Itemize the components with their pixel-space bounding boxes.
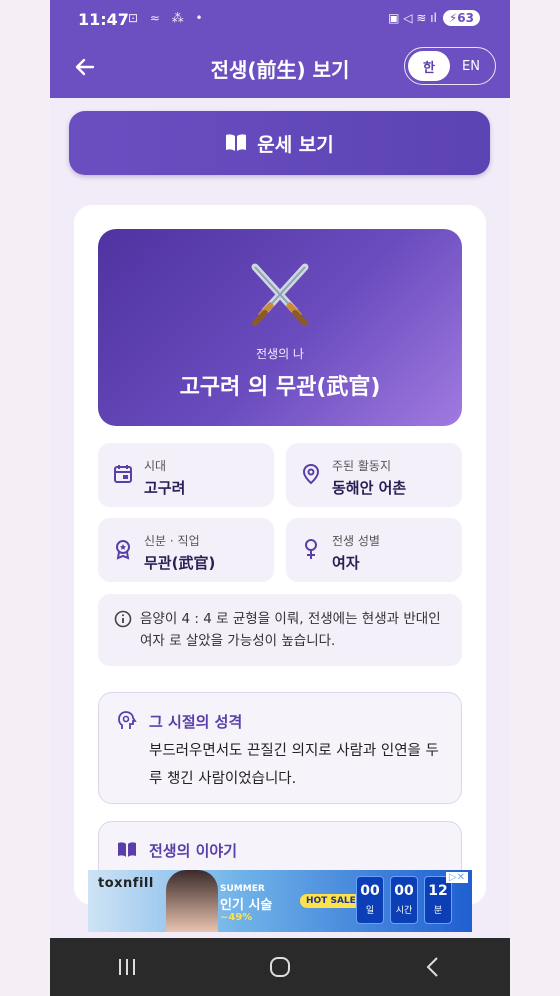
badge-icon xyxy=(116,540,130,560)
hero-banner: 전생의 나 고구려 의 무관(武官) xyxy=(98,229,462,426)
cast-wifi-signal-icons: ▣ ◁ ≋ ıl xyxy=(388,11,437,25)
info-status-label: 신분 · 직업 xyxy=(144,534,200,548)
lang-option-korean[interactable]: 한 xyxy=(408,51,450,81)
ad-timer-days: 00 일 xyxy=(356,876,384,924)
ad-choices-icon[interactable]: ▷✕ xyxy=(445,872,468,883)
nav-back-button[interactable] xyxy=(413,947,453,987)
system-nav-bar xyxy=(50,938,510,996)
note-text: 음양이 4 : 4 로 균형을 이뤄, 전생에는 현생과 반대인 여자 로 살았… xyxy=(140,611,441,649)
home-button[interactable] xyxy=(260,947,300,987)
head-psychology-icon xyxy=(118,711,137,729)
ad-timer-hours-num: 00 xyxy=(394,883,414,899)
ad-countdown: 00 일 00 시간 12 분 xyxy=(356,876,452,924)
notification-icons: ⊡ ≈ ⁂ • xyxy=(128,11,207,25)
recent-apps-icon xyxy=(118,959,135,975)
open-book-icon xyxy=(226,134,247,151)
ad-discount: ~49% xyxy=(220,912,253,923)
info-era-label: 시대 xyxy=(144,459,167,473)
info-gender: 전생 성별 여자 xyxy=(286,518,462,582)
info-region-label: 주된 활동지 xyxy=(332,459,392,473)
chevron-left-icon xyxy=(426,957,439,977)
recent-apps-button[interactable] xyxy=(107,947,147,987)
lang-option-english[interactable]: EN xyxy=(450,51,492,81)
phone-screen: 11:47 ⊡ ≈ ⁂ • ▣ ◁ ≋ ıl ⚡63 전생(前生) 보기 한 E… xyxy=(50,0,510,996)
personality-title: 그 시절의 성격 xyxy=(149,713,243,731)
ad-timer-days-unit: 일 xyxy=(365,906,375,916)
info-status: 신분 · 직업 무관(武官) xyxy=(98,518,274,582)
ad-banner[interactable]: toxnfill SUMMER 인기 시술 ~49% HOT SALE 00 일… xyxy=(88,870,472,932)
story-title: 전생의 이야기 xyxy=(149,842,238,860)
location-pin-icon xyxy=(302,463,320,485)
crossed-swords-icon xyxy=(98,259,462,329)
ad-timer-minutes: 12 분 xyxy=(424,876,452,924)
yin-yang-note: 음양이 4 : 4 로 균형을 이뤄, 전생에는 현생과 반대인 여자 로 살았… xyxy=(98,594,462,666)
personality-section: 그 시절의 성격 부드러우면서도 끈질긴 의지로 사람과 인연을 두루 챙긴 사… xyxy=(98,692,462,804)
battery-level: 63 xyxy=(457,11,474,25)
system-status-icons: ▣ ◁ ≋ ıl ⚡63 xyxy=(388,10,480,26)
ad-brand: toxnfill xyxy=(98,876,154,891)
hero-title: 고구려 의 무관(武官) xyxy=(179,375,381,400)
ad-timer-hours-unit: 시간 xyxy=(395,906,413,916)
ad-summer: SUMMER xyxy=(220,884,265,894)
status-time: 11:47 xyxy=(78,10,129,29)
language-toggle[interactable]: 한 EN xyxy=(404,47,496,85)
info-era: 시대 고구려 xyxy=(98,443,274,507)
battery-icon: ⚡63 xyxy=(442,10,480,26)
info-region: 주된 활동지 동해안 어촌 xyxy=(286,443,462,507)
info-era-value: 고구려 xyxy=(144,479,186,497)
ad-timer-minutes-num: 12 xyxy=(428,883,448,899)
info-status-value: 무관(武官) xyxy=(144,554,216,572)
hero-subtitle: 전생의 나 xyxy=(256,347,304,361)
status-bar: 11:47 ⊡ ≈ ⁂ • ▣ ◁ ≋ ıl ⚡63 xyxy=(50,0,510,38)
info-circle-icon xyxy=(114,610,132,628)
past-life-card: 전생의 나 고구려 의 무관(武官) 시대 고구려 주된 활동지 동해안 어촌 xyxy=(74,205,486,931)
personality-body: 부드러우면서도 끈질긴 의지로 사람과 인연을 두루 챙긴 사람이었습니다. xyxy=(149,743,439,787)
info-region-value: 동해안 어촌 xyxy=(332,479,407,497)
ad-timer-hours: 00 시간 xyxy=(390,876,418,924)
ad-headline: 인기 시술 xyxy=(220,898,273,913)
info-gender-value: 여자 xyxy=(332,554,360,572)
ad-hot-sale: HOT SALE xyxy=(300,894,362,908)
fortune-button[interactable]: 운세 보기 xyxy=(69,111,490,175)
info-gender-label: 전생 성별 xyxy=(332,534,380,548)
ad-model-image xyxy=(166,870,218,932)
book-icon xyxy=(118,842,136,857)
female-symbol-icon xyxy=(305,539,317,559)
app-bar: 전생(前生) 보기 한 EN xyxy=(50,40,510,96)
calendar-icon xyxy=(114,465,132,483)
top-bar: 11:47 ⊡ ≈ ⁂ • ▣ ◁ ≋ ıl ⚡63 전생(前生) 보기 한 E… xyxy=(50,0,510,98)
ad-timer-days-num: 00 xyxy=(360,883,380,899)
fortune-button-label: 운세 보기 xyxy=(257,133,334,156)
ad-timer-minutes-unit: 분 xyxy=(433,906,443,916)
home-icon xyxy=(269,957,290,977)
